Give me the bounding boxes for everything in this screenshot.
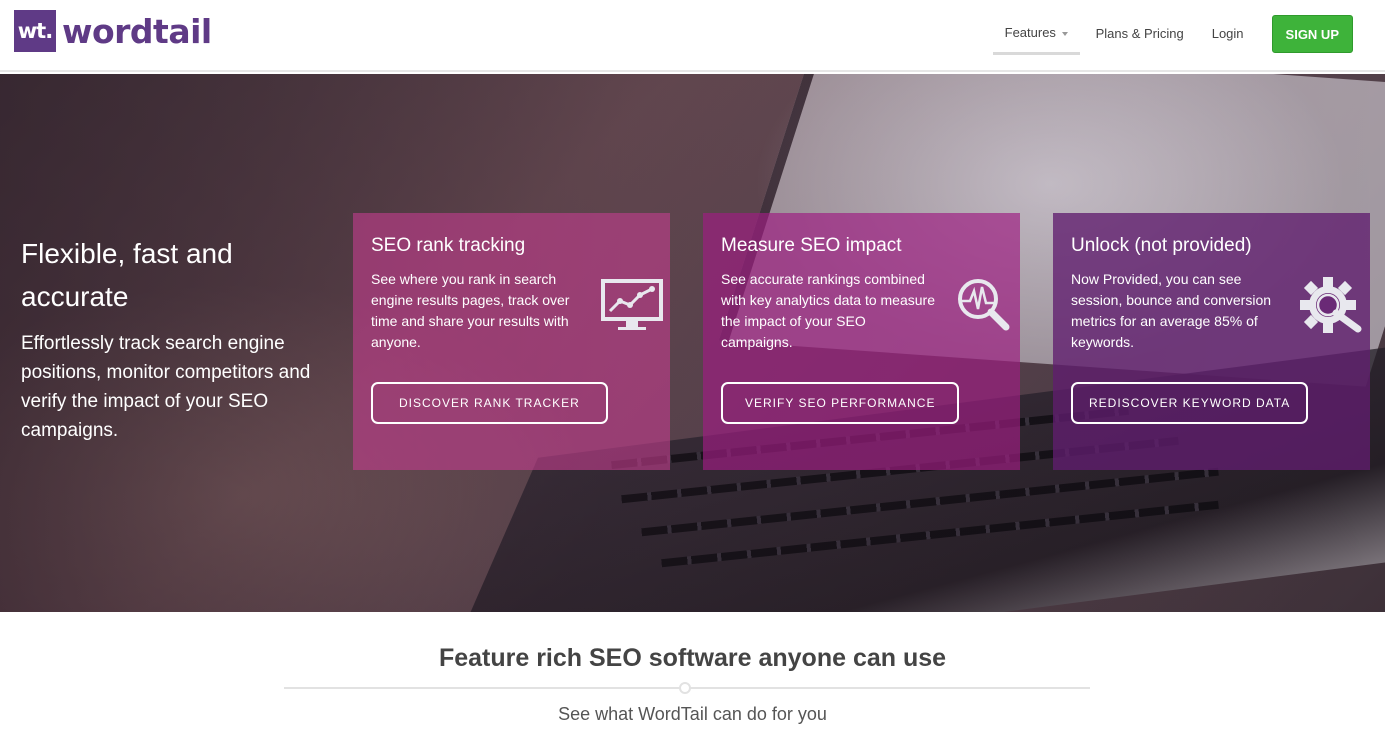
card-text: See accurate rankings combined with key … [721, 271, 935, 350]
hero-subtitle: Effortlessly track search engine positio… [21, 333, 311, 441]
logo[interactable]: wt. wordtail [14, 10, 212, 52]
verify-seo-performance-button[interactable]: VERIFY SEO PERFORMANCE [721, 382, 960, 424]
card-text: Now Provided, you can see session, bounc… [1071, 271, 1272, 350]
feature-card-rank-tracking: SEO rank tracking See where you rank in … [353, 213, 670, 470]
divider-dot [679, 682, 691, 694]
card-title: Measure SEO impact [721, 235, 902, 256]
card-text: See where you rank in search engine resu… [371, 271, 570, 350]
pulse-magnifier-icon [958, 279, 1010, 331]
main-nav: Features Plans & Pricing Login SIGN UP [992, 13, 1353, 55]
hero-banner: Flexible, fast and accurate Effortlessly… [0, 74, 1385, 612]
hero-title: Flexible, fast and accurate [21, 238, 233, 312]
section-subtitle: See what WordTail can do for you [558, 704, 827, 724]
card-title: SEO rank tracking [371, 235, 526, 256]
feature-card-unlock-not-provided: Unlock (not provided) Now Provided, you … [1053, 213, 1370, 470]
logo-mark: wt. [14, 10, 56, 52]
feature-card-seo-impact: Measure SEO impact See accurate rankings… [703, 213, 1020, 470]
site-header: wt. wordtail Features Plans & Pricing Lo… [0, 0, 1385, 72]
logo-text: wordtail [62, 11, 212, 51]
chart-monitor-icon [601, 279, 663, 330]
nav-plans-pricing[interactable]: Plans & Pricing [1096, 14, 1184, 54]
chevron-down-icon [1061, 31, 1068, 36]
discover-rank-tracker-button[interactable]: DISCOVER RANK TRACKER [371, 382, 608, 424]
rediscover-keyword-data-button[interactable]: REDISCOVER KEYWORD DATA [1071, 382, 1309, 424]
signup-button[interactable]: SIGN UP [1271, 15, 1353, 53]
nav-features[interactable]: Features [992, 13, 1080, 55]
nav-features-label: Features [1004, 25, 1056, 40]
gear-magnifier-icon [1300, 277, 1362, 333]
nav-login[interactable]: Login [1212, 14, 1244, 54]
card-title: Unlock (not provided) [1071, 235, 1252, 256]
section-title: Feature rich SEO software anyone can use [438, 644, 947, 672]
